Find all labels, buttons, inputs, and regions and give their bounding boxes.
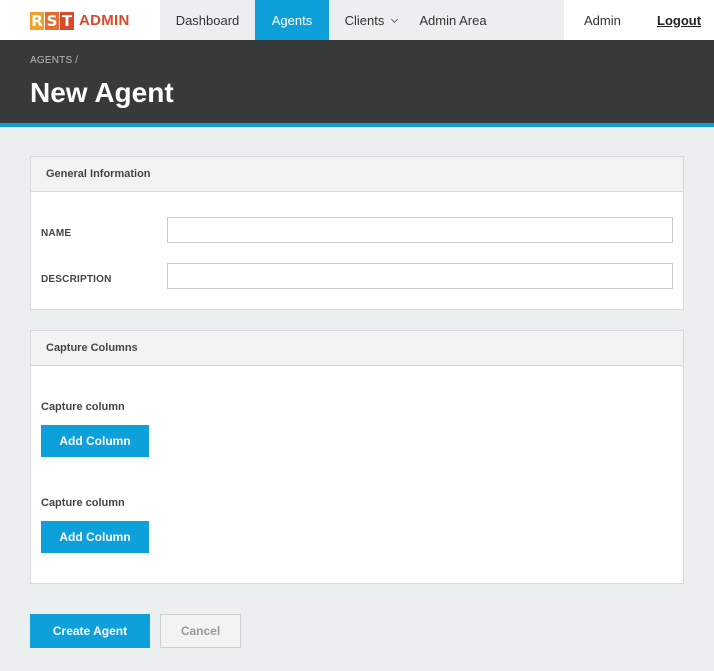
capture-column-label: Capture column — [41, 401, 125, 413]
description-label: DESCRIPTION — [41, 274, 112, 285]
user-name[interactable]: Admin — [584, 0, 621, 42]
nav-admin-area[interactable]: Admin Area — [413, 0, 493, 40]
nav-dashboard-label: Dashboard — [175, 13, 240, 28]
nav-clients[interactable]: Clients — [329, 0, 413, 40]
capture-columns-panel: Capture Columns Capture column Add Colum… — [30, 330, 684, 584]
add-column-button[interactable]: Add Column — [41, 521, 149, 553]
logo-letter-s: S — [45, 12, 59, 30]
general-information-panel: General Information NAME DESCRIPTION — [30, 156, 684, 310]
description-input[interactable] — [167, 263, 673, 289]
logo-text: ADMIN — [79, 12, 130, 29]
page-title: New Agent — [30, 77, 174, 108]
capture-column-label: Capture column — [41, 497, 125, 509]
name-label: NAME — [41, 228, 72, 239]
create-agent-button[interactable]: Create Agent — [30, 614, 150, 648]
logo-letter-r: R — [30, 12, 44, 30]
name-input[interactable] — [167, 217, 673, 243]
top-nav-bar: R S T ADMIN Dashboard Agents Clients Adm… — [0, 0, 714, 40]
general-information-title: General Information — [31, 157, 683, 192]
nav-dashboard[interactable]: Dashboard — [160, 0, 255, 40]
logo-letter-t: T — [60, 12, 74, 30]
breadcrumb[interactable]: AGENTS / — [30, 55, 78, 66]
nav-admin-area-label: Admin Area — [419, 13, 487, 28]
nav-agents-label: Agents — [271, 13, 313, 28]
nav-agents[interactable]: Agents — [255, 0, 329, 40]
capture-columns-title: Capture Columns — [31, 331, 683, 366]
logo[interactable]: R S T ADMIN — [0, 0, 160, 40]
add-column-button[interactable]: Add Column — [41, 425, 149, 457]
logout-link[interactable]: Logout — [657, 0, 701, 42]
user-area: Admin Logout — [564, 0, 714, 40]
nav-clients-label: Clients — [344, 13, 385, 28]
chevron-down-icon — [391, 15, 399, 24]
cancel-button[interactable]: Cancel — [160, 614, 241, 648]
header-accent-line — [0, 123, 714, 127]
